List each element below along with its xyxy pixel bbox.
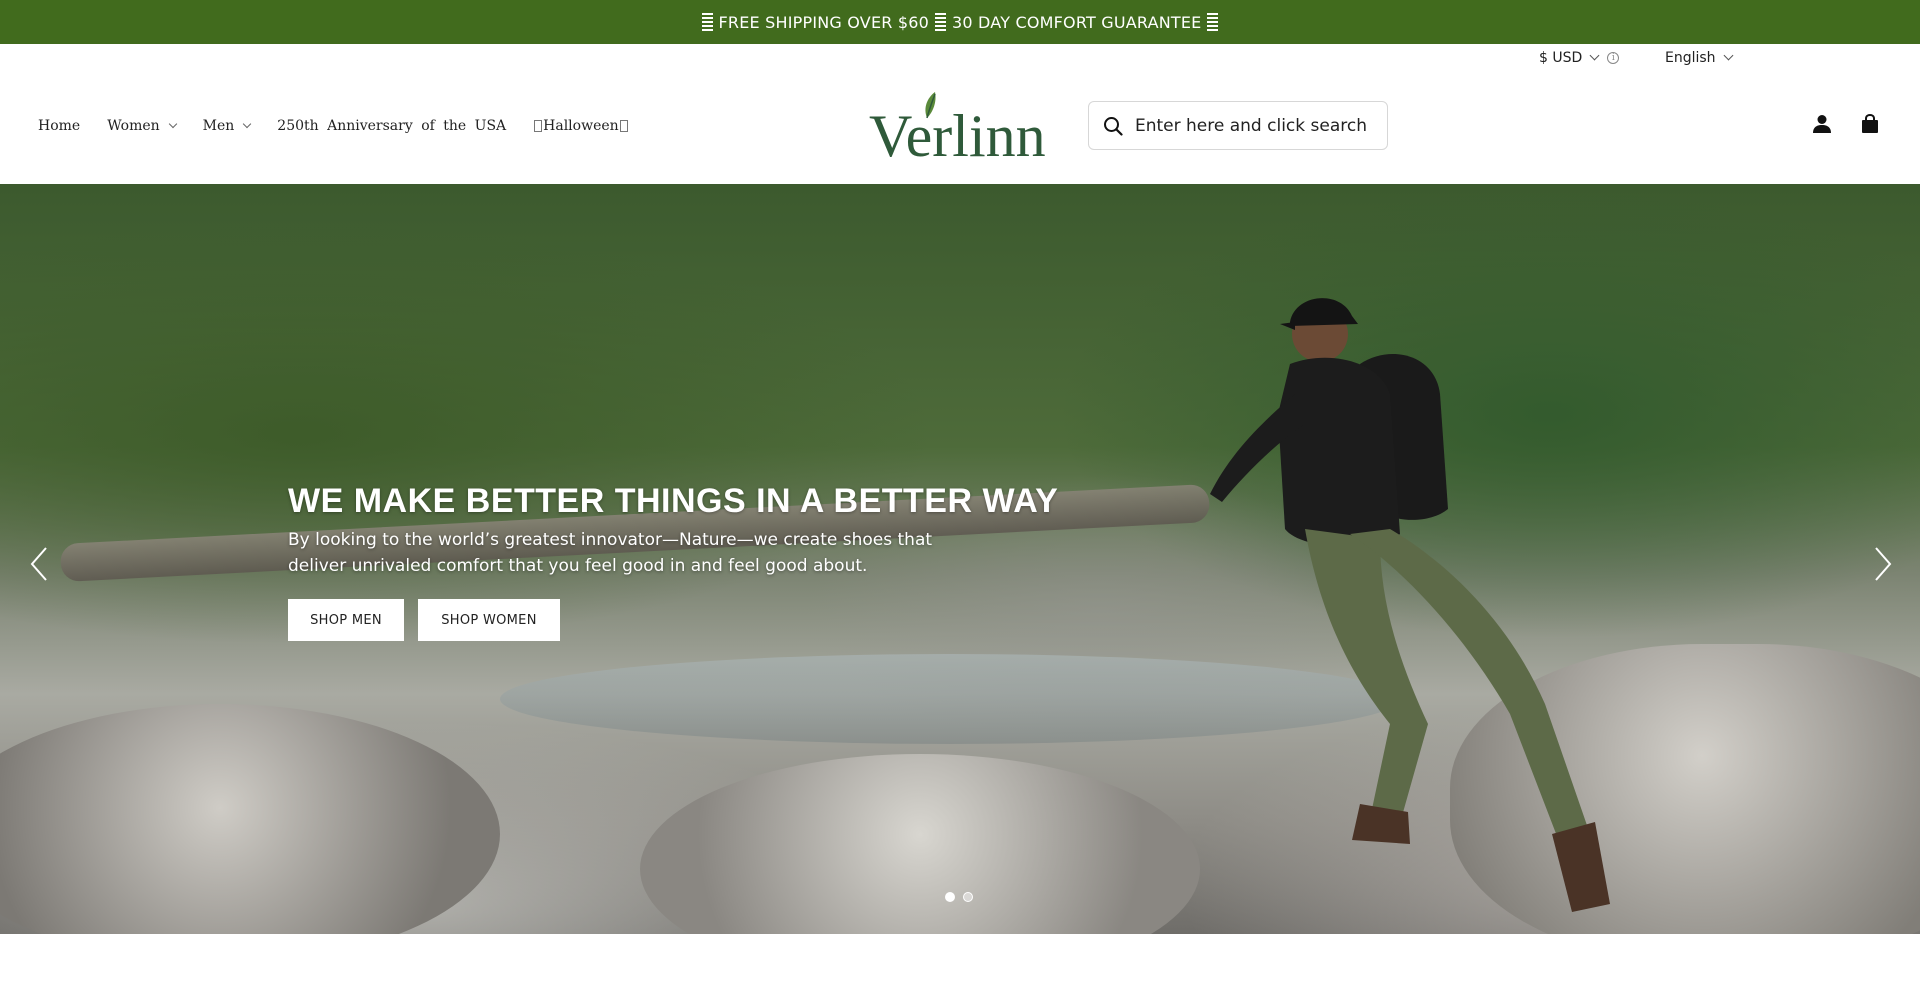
info-icon[interactable]: i — [1607, 52, 1620, 64]
chevron-right-icon — [1875, 547, 1892, 581]
language-label: English — [1665, 50, 1716, 66]
logo-wordmark: Verlinn — [869, 103, 1046, 164]
hero-title: WE MAKE BETTER THINGS IN A BETTER WAY — [288, 482, 1059, 520]
hero-content: WE MAKE BETTER THINGS IN A BETTER WAY By… — [288, 482, 1058, 641]
hero-subtitle: By looking to the world’s greatest innov… — [288, 530, 933, 576]
nav-item-anniversary[interactable]: 250th Anniversary of the USA — [277, 118, 506, 134]
nav-item-home[interactable]: Home — [38, 118, 80, 134]
slider-dot-active[interactable] — [945, 892, 955, 902]
language-selector[interactable]: English — [1665, 46, 1734, 70]
site-header: $ USD i English Home Women Men 250th Ann… — [0, 44, 1920, 184]
cart-button[interactable] — [1858, 112, 1882, 136]
currency-selector[interactable]: $ USD i — [1539, 46, 1620, 70]
announcement-guarantee: 30 DAY COMFORT GUARANTEE — [952, 12, 1202, 32]
shop-women-button[interactable]: SHOP WOMEN — [418, 599, 560, 641]
announcement-bar: FREE SHIPPING OVER $60 30 DAY COMFORT GU… — [0, 0, 1920, 44]
account-button[interactable] — [1810, 112, 1834, 136]
nav-item-label: Women — [107, 118, 160, 134]
missing-glyph-icon — [534, 120, 543, 132]
slider-next-button[interactable] — [1866, 544, 1896, 584]
chevron-down-icon — [1589, 50, 1600, 61]
search-input[interactable] — [1135, 115, 1375, 136]
shop-men-button[interactable]: SHOP MEN — [288, 599, 404, 641]
chevron-left-icon — [30, 547, 47, 581]
nav-item-women[interactable]: Women — [107, 118, 177, 134]
nav-item-label: 250th Anniversary of the USA — [277, 118, 507, 134]
hero-image-hiker — [1210, 298, 1610, 912]
separator-glyph — [701, 13, 713, 31]
nav-item-label: Halloween — [543, 118, 619, 134]
shopping-bag-icon — [1862, 114, 1878, 133]
currency-label: $ USD — [1539, 50, 1583, 66]
separator-glyph — [1207, 13, 1219, 31]
chevron-down-icon — [168, 119, 177, 128]
missing-glyph-icon — [619, 120, 628, 132]
brand-logo[interactable]: Verlinn — [869, 88, 1051, 169]
search-icon[interactable] — [1103, 116, 1123, 136]
chevron-down-icon — [1723, 50, 1734, 61]
slider-dot[interactable] — [963, 892, 973, 902]
slider-dots — [945, 892, 973, 902]
hero-image-rock — [0, 704, 500, 934]
separator-glyph — [935, 13, 947, 31]
nav-item-label: Men — [202, 118, 235, 134]
main-nav: Home Women Men 250th Anniversary of the … — [38, 114, 656, 138]
search-box[interactable] — [1088, 101, 1388, 150]
announcement-shipping: FREE SHIPPING OVER $60 — [718, 12, 930, 32]
logo-graphic: Verlinn — [869, 92, 1046, 169]
hero-banner: WE MAKE BETTER THINGS IN A BETTER WAY By… — [0, 184, 1920, 934]
hero-buttons: SHOP MEN SHOP WOMEN — [288, 599, 1058, 641]
nav-item-halloween[interactable]: Halloween — [533, 118, 629, 134]
nav-item-label: Home — [38, 118, 81, 134]
nav-item-men[interactable]: Men — [202, 118, 252, 134]
slider-prev-button[interactable] — [26, 544, 56, 584]
user-icon — [1813, 115, 1831, 133]
chevron-down-icon — [243, 119, 252, 128]
